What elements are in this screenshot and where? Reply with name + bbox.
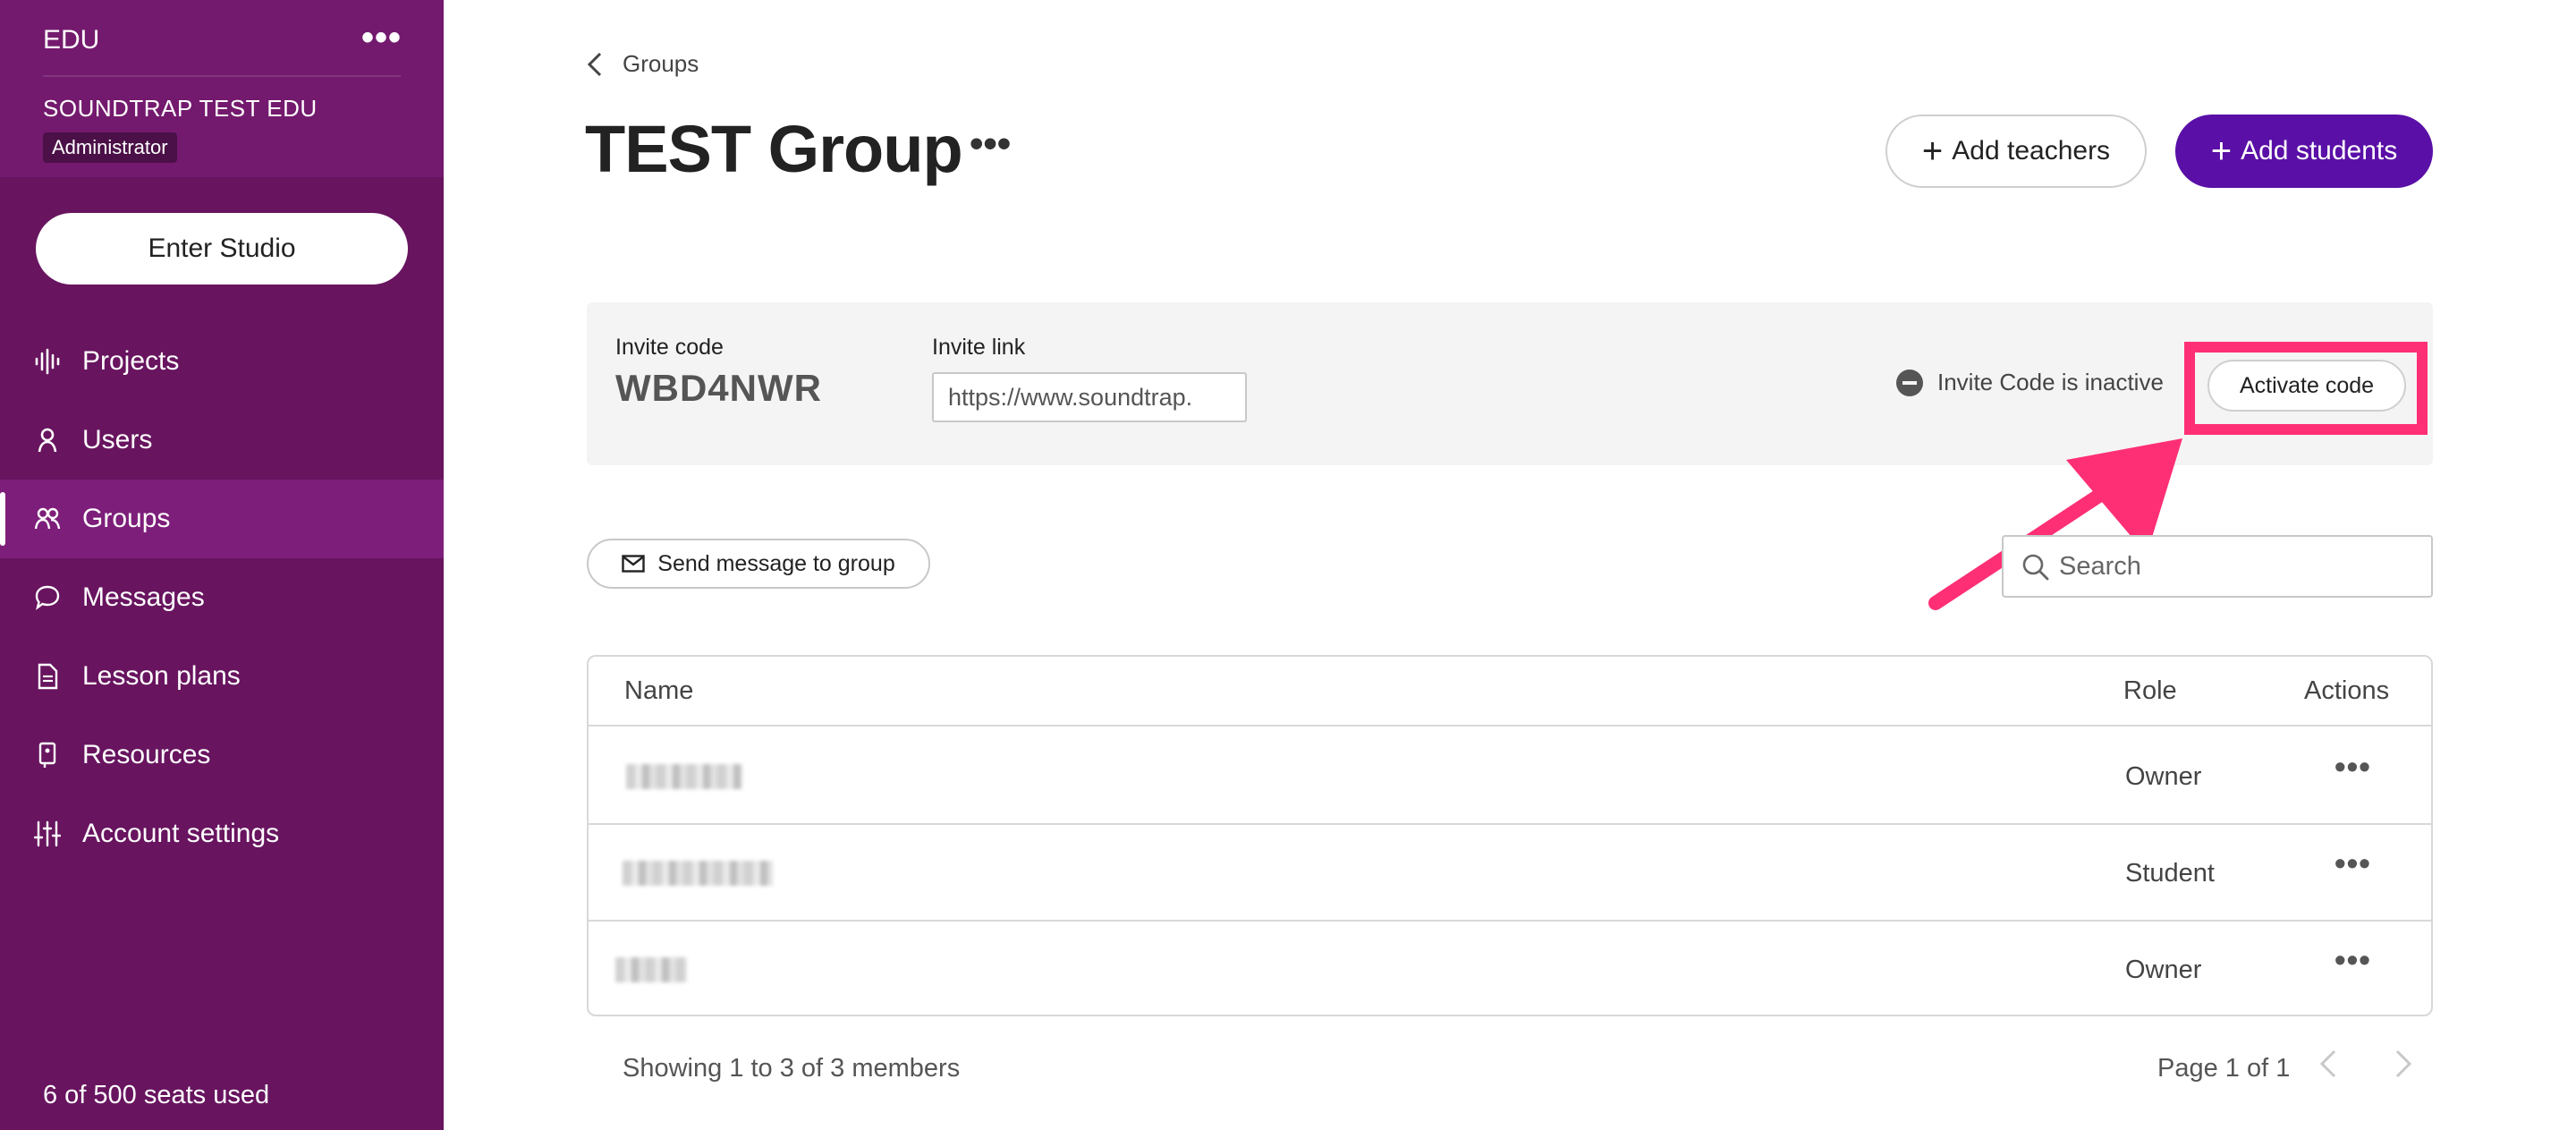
activate-code-button[interactable]: Activate code xyxy=(2207,360,2406,412)
search-box[interactable] xyxy=(2002,535,2433,598)
breadcrumb[interactable]: Groups xyxy=(587,50,699,78)
row-more-icon[interactable]: ••• xyxy=(2334,748,2371,786)
sidebar-item-users[interactable]: Users xyxy=(0,401,444,480)
add-students-button[interactable]: + Add students xyxy=(2175,115,2433,188)
document-icon xyxy=(38,663,58,690)
invite-link-label: Invite link xyxy=(932,335,1026,360)
seats-used: 6 of 500 seats used xyxy=(43,1081,270,1109)
sidebar-item-label: Account settings xyxy=(82,819,280,848)
sidebar-item-label: Messages xyxy=(82,582,205,612)
sidebar-item-account-settings[interactable]: Account settings xyxy=(0,794,444,873)
previous-page-button[interactable] xyxy=(2318,1049,2338,1082)
sidebar-item-lesson-plans[interactable]: Lesson plans xyxy=(0,637,444,716)
column-actions: Actions xyxy=(2304,676,2390,705)
sidebar-nav: Projects Users Groups Messages Lesson pl… xyxy=(0,322,444,873)
table-row[interactable]: Owner ••• xyxy=(589,922,2431,1015)
add-teachers-button[interactable]: + Add teachers xyxy=(1885,115,2147,188)
breadcrumb-groups-link[interactable]: Groups xyxy=(623,50,699,78)
sidebar-item-label: Lesson plans xyxy=(82,661,241,691)
plus-icon: + xyxy=(1921,132,1944,171)
sidebar-item-projects[interactable]: Projects xyxy=(0,322,444,401)
add-students-label: Add students xyxy=(2241,136,2398,166)
page-indicator: Page 1 of 1 xyxy=(2157,1054,2291,1083)
send-message-label: Send message to group xyxy=(657,550,895,576)
next-page-button[interactable] xyxy=(2394,1049,2413,1082)
sidebar-item-label: Users xyxy=(82,425,153,455)
plus-icon: + xyxy=(2210,132,2233,171)
column-name[interactable]: Name xyxy=(624,676,693,706)
chevron-right-icon xyxy=(2395,1049,2412,1078)
column-role[interactable]: Role xyxy=(2123,676,2177,706)
invite-status: Invite Code is inactive xyxy=(1896,369,2164,396)
invite-code-label: Invite code xyxy=(615,335,724,360)
table-row[interactable]: Student ••• xyxy=(589,825,2431,922)
envelope-icon xyxy=(622,555,645,573)
row-more-icon[interactable]: ••• xyxy=(2334,941,2371,979)
chat-bubble-icon xyxy=(35,585,60,610)
minus-circle-icon xyxy=(1896,369,1923,396)
sliders-icon xyxy=(34,820,61,847)
users-group-icon xyxy=(34,507,61,530)
table-header: Name Role Actions xyxy=(589,657,2431,726)
workspace-more-icon[interactable]: ••• xyxy=(361,18,402,58)
page-title: TEST Group xyxy=(585,112,963,186)
table-row[interactable]: Owner ••• xyxy=(589,728,2431,825)
add-teachers-label: Add teachers xyxy=(1952,136,2111,166)
sidebar-item-label: Projects xyxy=(82,346,180,376)
member-role: Student xyxy=(2125,859,2215,888)
sidebar-item-resources[interactable]: Resources xyxy=(0,716,444,794)
sidebar-header: EDU ••• SOUNDTRAP TEST EDU Administrator xyxy=(0,0,444,177)
redacted-name xyxy=(615,957,687,982)
user-icon xyxy=(38,428,57,453)
invite-link-field[interactable] xyxy=(932,372,1247,422)
workspace-label: EDU xyxy=(43,25,100,55)
role-badge: Administrator xyxy=(43,132,177,163)
redacted-name xyxy=(623,861,773,886)
members-table: Name Role Actions Owner ••• Student ••• … xyxy=(587,655,2433,1016)
chevron-left-icon xyxy=(2319,1049,2336,1078)
search-icon xyxy=(2022,554,2049,581)
waveform-icon xyxy=(35,348,60,375)
sidebar-item-messages[interactable]: Messages xyxy=(0,558,444,637)
chevron-left-icon xyxy=(587,52,602,76)
send-message-button[interactable]: Send message to group xyxy=(587,539,930,589)
row-more-icon[interactable]: ••• xyxy=(2334,845,2371,882)
group-more-icon[interactable]: ••• xyxy=(970,122,1011,166)
redacted-name xyxy=(626,764,742,789)
sidebar-item-label: Resources xyxy=(82,740,211,769)
search-input[interactable] xyxy=(2059,546,2417,587)
pagination-summary: Showing 1 to 3 of 3 members xyxy=(623,1054,961,1083)
invite-status-text: Invite Code is inactive xyxy=(1937,369,2164,395)
sidebar: EDU ••• SOUNDTRAP TEST EDU Administrator… xyxy=(0,0,444,1130)
member-role: Owner xyxy=(2125,762,2202,791)
invite-code-value: WBD4NWR xyxy=(615,367,822,409)
member-role: Owner xyxy=(2125,956,2202,984)
sidebar-item-label: Groups xyxy=(82,504,171,533)
divider xyxy=(43,75,401,77)
bookmark-icon xyxy=(38,742,56,768)
enter-studio-button[interactable]: Enter Studio xyxy=(36,213,408,285)
sidebar-item-groups[interactable]: Groups xyxy=(0,480,444,558)
org-name: SOUNDTRAP TEST EDU xyxy=(43,95,318,122)
